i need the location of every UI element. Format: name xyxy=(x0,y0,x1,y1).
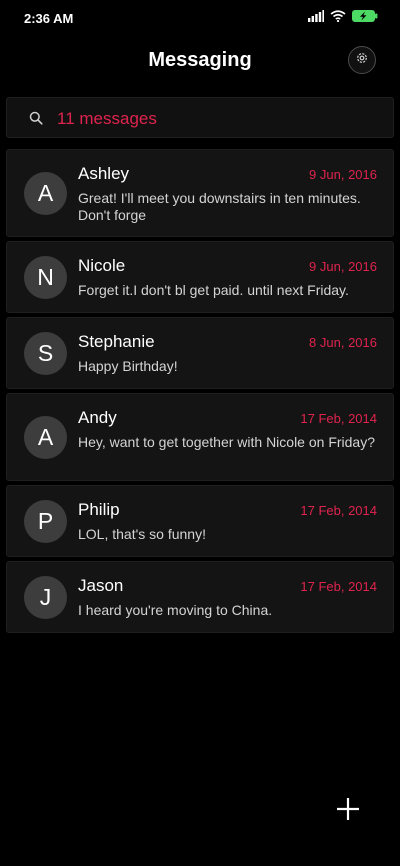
contact-name: Philip xyxy=(78,500,120,519)
signal-icon xyxy=(308,10,324,22)
messaging-screen: 2:36 AM Messaging 11 messages A Ashley 9… xyxy=(0,0,400,866)
wifi-icon xyxy=(330,10,346,22)
page-title: Messaging xyxy=(148,49,252,71)
battery-charging-icon xyxy=(352,10,378,22)
message-preview: Forget it.I don't bl get paid. until nex… xyxy=(78,282,349,298)
avatar: N xyxy=(24,256,67,299)
message-date: 9 Jun, 2016 xyxy=(309,167,377,182)
conversation-item[interactable]: S Stephanie 8 Jun, 2016 Happy Birthday! xyxy=(6,317,394,389)
message-preview: Great! I'll meet you downstairs in ten m… xyxy=(78,190,361,223)
avatar: S xyxy=(24,332,67,375)
contact-name: Stephanie xyxy=(78,332,155,351)
gear-icon xyxy=(355,51,369,70)
compose-button[interactable] xyxy=(334,795,362,823)
message-preview: I heard you're moving to China. xyxy=(78,602,273,618)
message-date: 17 Feb, 2014 xyxy=(300,579,377,594)
search-bar[interactable]: 11 messages xyxy=(6,97,394,138)
contact-name: Ashley xyxy=(78,164,130,183)
conversation-item[interactable]: A Andy 17 Feb, 2014 Hey, want to get tog… xyxy=(6,393,394,481)
status-time: 2:36 AM xyxy=(24,11,74,26)
plus-icon xyxy=(334,798,362,827)
message-preview: Hey, want to get together with Nicole on… xyxy=(78,434,376,450)
status-icons xyxy=(308,10,378,22)
conversation-item[interactable]: N Nicole 9 Jun, 2016 Forget it.I don't b… xyxy=(6,241,394,313)
message-date: 9 Jun, 2016 xyxy=(309,259,377,274)
settings-button[interactable] xyxy=(348,46,376,74)
message-date: 17 Feb, 2014 xyxy=(300,411,377,426)
conversation-item[interactable]: J Jason 17 Feb, 2014 I heard you're movi… xyxy=(6,561,394,633)
message-preview: Happy Birthday! xyxy=(78,358,178,374)
contact-name: Jason xyxy=(78,576,124,595)
message-date: 17 Feb, 2014 xyxy=(300,503,377,518)
avatar: A xyxy=(24,172,67,215)
avatar: A xyxy=(24,416,67,459)
status-bar: 2:36 AM xyxy=(0,0,400,36)
conversation-item[interactable]: P Philip 17 Feb, 2014 LOL, that's so fun… xyxy=(6,485,394,557)
message-count: 11 messages xyxy=(57,109,157,128)
conversation-item[interactable]: A Ashley 9 Jun, 2016 Great! I'll meet yo… xyxy=(6,149,394,237)
contact-name: Andy xyxy=(78,408,117,427)
message-preview: LOL, that's so funny! xyxy=(78,526,206,542)
avatar: J xyxy=(24,576,67,619)
search-icon xyxy=(29,111,43,130)
message-date: 8 Jun, 2016 xyxy=(309,335,377,350)
header: Messaging xyxy=(0,40,400,82)
contact-name: Nicole xyxy=(78,256,126,275)
avatar: P xyxy=(24,500,67,543)
